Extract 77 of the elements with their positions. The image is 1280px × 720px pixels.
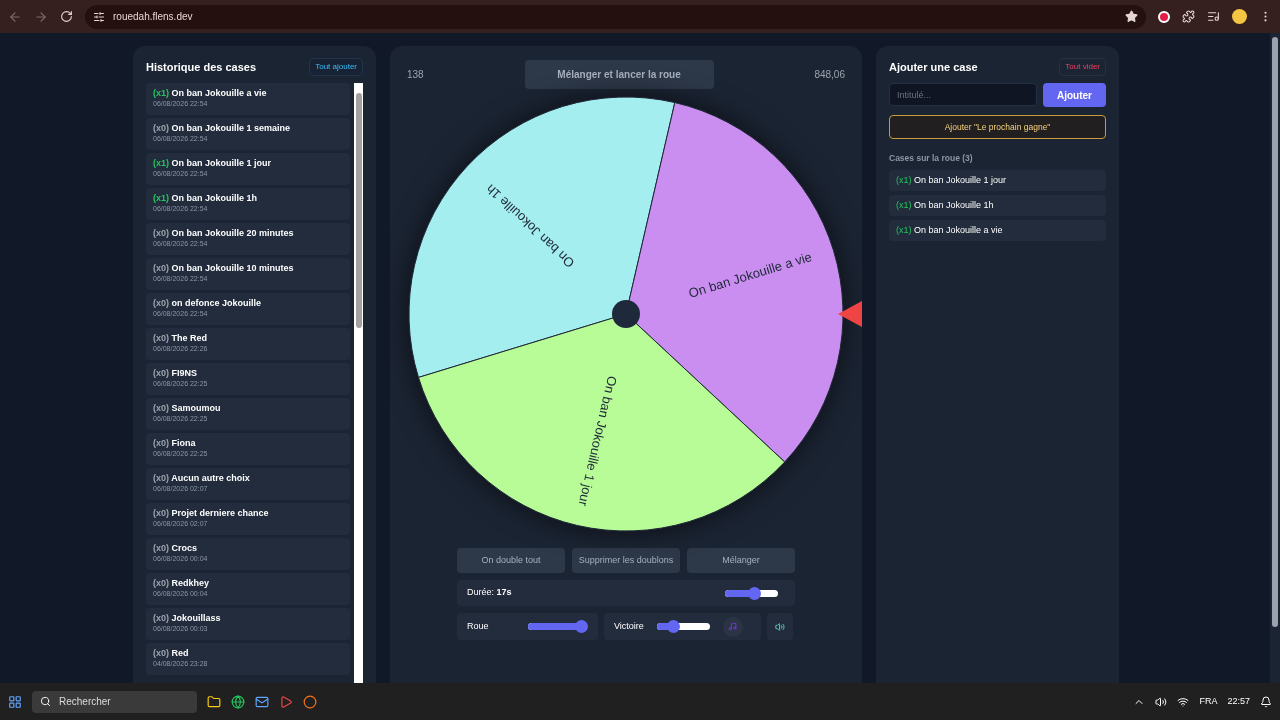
history-item-title: (x0) On ban Jokouille 10 minutes [153, 262, 295, 274]
action-button[interactable]: Mélanger [687, 548, 795, 573]
segment-label: On ban Jokouille 1 jour [575, 374, 620, 508]
browser-icon[interactable] [231, 694, 245, 709]
history-item-title: (x0) FI9NS [153, 367, 199, 379]
history-item-title: (x0) Fiona [153, 437, 197, 449]
clear-all-button[interactable]: Tout vider [1059, 58, 1106, 76]
history-item-title: (x0) Jokouillass [153, 612, 222, 624]
scrollbar[interactable] [354, 83, 363, 683]
wheel-case-item[interactable]: (x1) On ban Jokouille a vie [889, 219, 1106, 241]
action-button[interactable]: On double tout [457, 548, 565, 573]
search-placeholder: Rechercher [59, 695, 111, 709]
scrollbar-thumb[interactable] [355, 93, 362, 328]
wheel-case-text: (x1) On ban Jokouille a vie [896, 223, 1003, 237]
history-item-title: (x0) Redkhey [153, 577, 211, 589]
wheel-hub [612, 300, 640, 328]
clock[interactable]: 22:57 [1227, 694, 1250, 709]
search-icon [40, 696, 51, 707]
extensions-icon[interactable] [1182, 10, 1195, 23]
win-volume-label: Victoire [614, 619, 644, 633]
app-icon[interactable] [303, 694, 317, 709]
media-icon[interactable] [1207, 10, 1220, 23]
right-counter: 848,06 [814, 68, 845, 82]
pointer-icon [838, 301, 862, 327]
panel-title: Historique des cases [146, 59, 257, 75]
wheel-case-text: (x1) On ban Jokouille 1 jour [896, 173, 1007, 187]
wheel-case-item[interactable]: (x1) On ban Jokouille 1h [889, 194, 1106, 216]
history-item-title: (x0) Crocs [153, 542, 199, 554]
title-input[interactable]: Intitulé... [889, 83, 1037, 106]
slider-thumb[interactable] [575, 620, 588, 633]
url-text: rouedah.flens.dev [113, 10, 193, 24]
sound-button[interactable] [767, 613, 793, 640]
duration-label: Durée: 17s [467, 586, 512, 600]
slider-thumb[interactable] [666, 620, 680, 633]
start-icon[interactable] [8, 694, 22, 709]
history-item-title: (x0) Samoumou [153, 402, 222, 414]
taskbar-search[interactable]: Rechercher [32, 690, 197, 713]
music-icon [728, 622, 738, 631]
mail-icon[interactable] [255, 694, 269, 709]
volume-icon[interactable] [1155, 695, 1168, 708]
spin-button[interactable]: Mélanger et lancer la roue [524, 60, 714, 89]
site-settings-icon[interactable] [93, 10, 105, 23]
speaker-icon [775, 621, 785, 632]
language-indicator[interactable]: FRA [1199, 694, 1218, 709]
history-item-title: (x1) On ban Jokouille 1h [153, 192, 259, 204]
add-all-button[interactable]: Tout ajouter [309, 58, 363, 76]
extension-icon[interactable] [1158, 10, 1170, 23]
wheel-cases-heading: Cases sur la roue (3) [889, 152, 974, 165]
history-item-title: (x0) On ban Jokouille 20 minutes [153, 227, 295, 239]
history-item-title: (x0) Red [153, 647, 190, 659]
history-item-title: (x0) on defonce Jokouille [153, 297, 263, 309]
notification-icon[interactable] [1260, 695, 1272, 708]
player-icon[interactable] [279, 694, 293, 709]
add-button[interactable]: Ajouter [1043, 83, 1106, 107]
bookmark-star-icon[interactable] [1125, 10, 1138, 23]
action-button[interactable]: Supprimer les doublons [572, 548, 680, 573]
left-counter: 138 [407, 68, 424, 82]
address-bar[interactable]: rouedah.flens.dev [85, 4, 1146, 29]
history-item-title: (x1) On ban Jokouille 1 jour [153, 157, 273, 169]
slider-thumb[interactable] [748, 586, 762, 600]
history-item-title: (x0) Projet derniere chance [153, 507, 270, 519]
history-item-title: (x0) On ban Jokouille 1 semaine [153, 122, 292, 134]
page-scrollbar[interactable] [1270, 33, 1280, 683]
next-wins-button[interactable]: Ajouter "Le prochain gagne" [889, 115, 1106, 139]
wheel-case-text: (x1) On ban Jokouille 1h [896, 198, 994, 212]
profile-avatar[interactable] [1232, 9, 1247, 24]
history-item-title: (x1) On ban Jokouille a vie [153, 87, 268, 99]
history-item-title: (x0) The Red [153, 332, 209, 344]
network-icon[interactable] [1177, 695, 1190, 708]
segment-label: On ban Jokouille a vie [686, 249, 814, 301]
reload-icon[interactable] [60, 10, 73, 23]
history-item-title: (x0) Aucun autre choix [153, 472, 251, 484]
wheel-volume-label: Roue [467, 619, 489, 633]
page-scrollbar-thumb[interactable] [1272, 37, 1278, 627]
panel-title: Ajouter une case [889, 59, 978, 75]
wheel-case-item[interactable]: (x1) On ban Jokouille 1 jour [889, 169, 1106, 191]
folder-icon[interactable] [207, 694, 221, 709]
